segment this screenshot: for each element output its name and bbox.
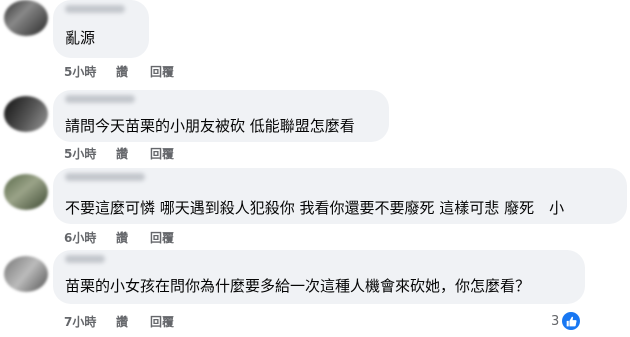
commenter-name[interactable]: [65, 173, 145, 181]
comment-item: 請問今天苗栗的小朋友被砍 低能聯盟怎麼看 5小時讚回覆: [0, 90, 630, 166]
comment-item: 不要這麼可憐 哪天遇到殺人犯殺你 我看你還要不要廢死 這樣可悲 廢死 小 6小時…: [0, 168, 630, 248]
comment-time[interactable]: 7小時: [64, 314, 116, 330]
like-link[interactable]: 讚: [116, 146, 150, 162]
like-link[interactable]: 讚: [116, 230, 150, 246]
reaction-summary[interactable]: 3: [551, 310, 581, 332]
avatar[interactable]: [4, 174, 48, 210]
reply-link[interactable]: 回覆: [150, 314, 174, 330]
reaction-count: 3: [551, 313, 560, 329]
comment-meta: 5小時讚回覆: [64, 64, 174, 80]
comment-bubble: 苗栗的小女孩在問你為什麼要多給一次這種人機會來砍她，你怎麼看？: [53, 250, 585, 304]
avatar[interactable]: [4, 0, 48, 36]
comment-text: 苗栗的小女孩在問你為什麼要多給一次這種人機會來砍她，你怎麼看？: [65, 277, 531, 295]
like-link[interactable]: 讚: [116, 314, 150, 330]
comment-time[interactable]: 5小時: [64, 146, 116, 162]
avatar[interactable]: [4, 96, 48, 132]
commenter-name[interactable]: [65, 255, 105, 263]
comment-text: 不要這麼可憐 哪天遇到殺人犯殺你 我看你還要不要廢死 這樣可悲 廢死 小: [65, 199, 565, 217]
comment-bubble: 亂源: [53, 0, 149, 58]
comment-meta: 5小時讚回覆: [64, 146, 174, 162]
avatar[interactable]: [4, 256, 48, 292]
comment-item: 亂源 5小時讚回覆: [0, 0, 630, 84]
commenter-name[interactable]: [65, 95, 135, 103]
comment-meta: 6小時讚回覆: [64, 230, 174, 246]
comment-item: 苗栗的小女孩在問你為什麼要多給一次這種人機會來砍她，你怎麼看？ 7小時讚回覆: [0, 250, 630, 337]
comment-time[interactable]: 6小時: [64, 230, 116, 246]
comment-text: 請問今天苗栗的小朋友被砍 低能聯盟怎麼看: [65, 117, 355, 135]
comment-text: 亂源: [65, 29, 96, 47]
like-link[interactable]: 讚: [116, 64, 150, 80]
comment-bubble: 不要這麼可憐 哪天遇到殺人犯殺你 我看你還要不要廢死 這樣可悲 廢死 小: [53, 168, 627, 224]
commenter-name[interactable]: [65, 5, 125, 13]
reply-link[interactable]: 回覆: [150, 230, 174, 246]
comment-meta: 7小時讚回覆: [64, 314, 174, 330]
reply-link[interactable]: 回覆: [150, 64, 174, 80]
comment-time[interactable]: 5小時: [64, 64, 116, 80]
comment-bubble: 請問今天苗栗的小朋友被砍 低能聯盟怎麼看: [53, 90, 389, 142]
like-thumb-icon: [562, 312, 581, 330]
reply-link[interactable]: 回覆: [150, 146, 174, 162]
